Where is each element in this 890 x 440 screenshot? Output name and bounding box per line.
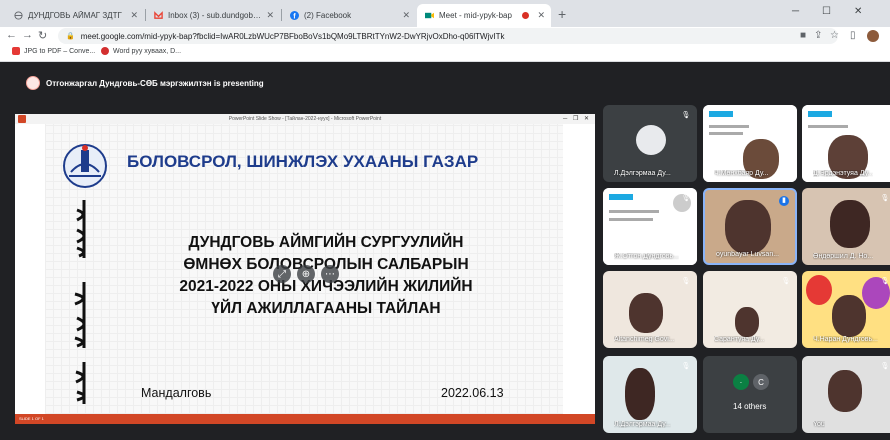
browser-toolbar: ← → ↻ 🔒 meet.google.com/mid-ypyk-bap?fbc… <box>0 27 890 45</box>
mic-off-icon: 🎙 <box>681 195 691 202</box>
participant-tile[interactable]: 🎙 Ж.Отгон Дундговь... <box>603 188 697 265</box>
participant-tile[interactable]: 🎙 Өндөршил Д. Но... <box>802 188 890 265</box>
participant-tile[interactable]: 🎙 Ч.Мөнхбаяр Ду... <box>703 105 797 182</box>
globe-icon <box>14 11 23 20</box>
url-text: meet.google.com/mid-ypyk-bap?fbclid=IwAR… <box>80 31 505 41</box>
participant-tile[interactable]: 🎙 Д.Эрдэнэтуяа Ду... <box>802 105 890 182</box>
close-tab-icon[interactable]: ✕ <box>537 10 545 21</box>
slide: БОЛОВСРОЛ, ШИНЖЛЭХ УХААНЫ ГАЗАР ДУНДГОВЬ… <box>45 124 563 414</box>
tab-bar: ДУНДГОВЬ АЙМАГ ЗДТГ ✕ Inbox (3) - sub.du… <box>0 0 890 27</box>
camera-icon[interactable]: ■ <box>800 30 806 41</box>
gmail-icon <box>154 11 163 19</box>
participant-tile[interactable]: 🎙 Altanchimeg Govi... <box>603 271 697 348</box>
new-tab-button[interactable]: + <box>558 6 566 22</box>
participant-face <box>832 295 866 337</box>
minimize-icon[interactable]: ─ <box>792 6 799 17</box>
back-icon[interactable]: ← <box>6 29 17 41</box>
close-tab-icon[interactable]: ✕ <box>402 10 410 21</box>
ppt-restore-icon: ❐ <box>573 116 579 122</box>
participant-tile[interactable]: 🎙 Л.Дэлгэрмаа Ду... <box>603 105 697 182</box>
close-tab-icon[interactable]: ✕ <box>130 10 138 21</box>
tab-zdtg[interactable]: ДУНДГОВЬ АЙМАГ ЗДТГ ✕ <box>6 4 144 27</box>
slide-header: БОЛОВСРОЛ, ШИНЖЛЭХ УХААНЫ ГАЗАР <box>127 152 479 171</box>
reload-icon[interactable]: ↻ <box>38 29 47 42</box>
balloon-decoration <box>806 275 832 305</box>
mic-off-icon: 🎙 <box>880 195 890 202</box>
participant-face <box>629 293 663 333</box>
facebook-icon: f <box>290 11 299 20</box>
mongolian-script-image <box>74 200 86 404</box>
ministry-logo <box>63 144 107 188</box>
ppt-window-title: PowerPoint Slide Show - [Тайлан-2022-нуу… <box>15 114 595 124</box>
participant-tile[interactable]: 🎙 Ч.Наран Дундговь... <box>802 271 890 348</box>
share-icon[interactable]: ⇪ <box>814 30 822 41</box>
presentation-controls: ⤢ ⊕ ⋯ <box>273 265 339 283</box>
profile-avatar[interactable] <box>867 30 879 42</box>
mic-off-icon: 🎙 <box>781 278 791 285</box>
slide-date: 2022.06.13 <box>441 386 504 400</box>
presenter-avatar <box>26 76 40 90</box>
mic-off-icon: 🎙 <box>681 278 691 285</box>
participant-face <box>735 307 759 337</box>
tab-facebook[interactable]: f (2) Facebook ✕ <box>282 4 416 27</box>
powerpoint-icon <box>18 115 26 123</box>
participant-face <box>725 200 771 254</box>
mic-off-icon: 🎙 <box>781 112 791 119</box>
shared-screen: PowerPoint Slide Show - [Тайлан-2022-нуу… <box>15 114 595 424</box>
ppt-minimize-icon: ─ <box>563 116 568 122</box>
self-tile[interactable]: 🎙 You <box>802 356 890 433</box>
others-tile[interactable]: · C 14 others <box>703 356 797 433</box>
bookmark-word[interactable]: Word руу хувааx, D... <box>101 47 181 55</box>
maximize-icon[interactable]: ☐ <box>822 6 831 17</box>
tab-gmail[interactable]: Inbox (3) - sub.dundgobi@gmail.c ✕ <box>146 4 280 27</box>
participant-tile[interactable]: 🎙 Сарантуяа Ду... <box>703 271 797 348</box>
slide-place: Мандалговь <box>141 386 212 400</box>
forward-icon[interactable]: → <box>22 29 33 41</box>
ppt-status-bar: SLIDE 1 OF 1 <box>15 414 595 424</box>
participant-face <box>828 370 862 412</box>
meet-screen: ДУНДГОВЬ АЙМАГ ЗДТГ ✕ Inbox (3) - sub.du… <box>0 0 890 440</box>
address-bar[interactable]: 🔒 meet.google.com/mid-ypyk-bap?fbclid=Iw… <box>58 28 838 44</box>
close-window-icon[interactable]: ✕ <box>854 6 862 17</box>
mic-off-icon: 🎙 <box>681 112 691 119</box>
participant-face <box>830 200 870 248</box>
expand-icon[interactable]: ⤢ <box>273 265 291 283</box>
avatar <box>636 125 666 155</box>
mic-off-icon: 🎙 <box>880 112 890 119</box>
star-icon[interactable]: ☆ <box>830 30 839 41</box>
mic-off-icon: 🎙 <box>880 363 890 370</box>
mic-off-icon: 🎙 <box>681 363 691 370</box>
meet-icon <box>425 12 434 19</box>
bookmark-jpg-to-pdf[interactable]: JPG to PDF – Conve... <box>12 47 95 55</box>
mic-off-icon: 🎙 <box>880 278 890 285</box>
others-avatar-letter: C <box>753 374 769 390</box>
participant-face <box>625 368 655 420</box>
speaking-icon: ▮ <box>779 196 789 206</box>
sidebar-icon[interactable]: ▯ <box>850 30 856 41</box>
more-icon[interactable]: ⋯ <box>321 265 339 283</box>
close-tab-icon[interactable]: ✕ <box>266 10 274 21</box>
presenting-banner: Отгонжаргал Дундговь-СӨБ мэргэжилтэн is … <box>0 68 890 98</box>
word-icon <box>101 47 109 55</box>
participant-tile[interactable]: 🎙 Л.Дэлгэрмаа Ду... <box>603 356 697 433</box>
others-avatar: · <box>733 374 749 390</box>
recording-dot-icon <box>522 12 530 19</box>
participant-tile-speaking[interactable]: ▮ oyunbayar Luvsan... <box>703 188 797 265</box>
pdf-icon <box>12 47 20 55</box>
zoom-icon[interactable]: ⊕ <box>297 265 315 283</box>
ppt-close-icon: ✕ <box>584 116 590 122</box>
tab-meet[interactable]: Meet - mid-ypyk-bap ✕ <box>417 4 551 27</box>
bookmarks-bar: JPG to PDF – Conve... Word руу хувааx, D… <box>0 45 890 62</box>
lock-icon: 🔒 <box>66 33 75 40</box>
